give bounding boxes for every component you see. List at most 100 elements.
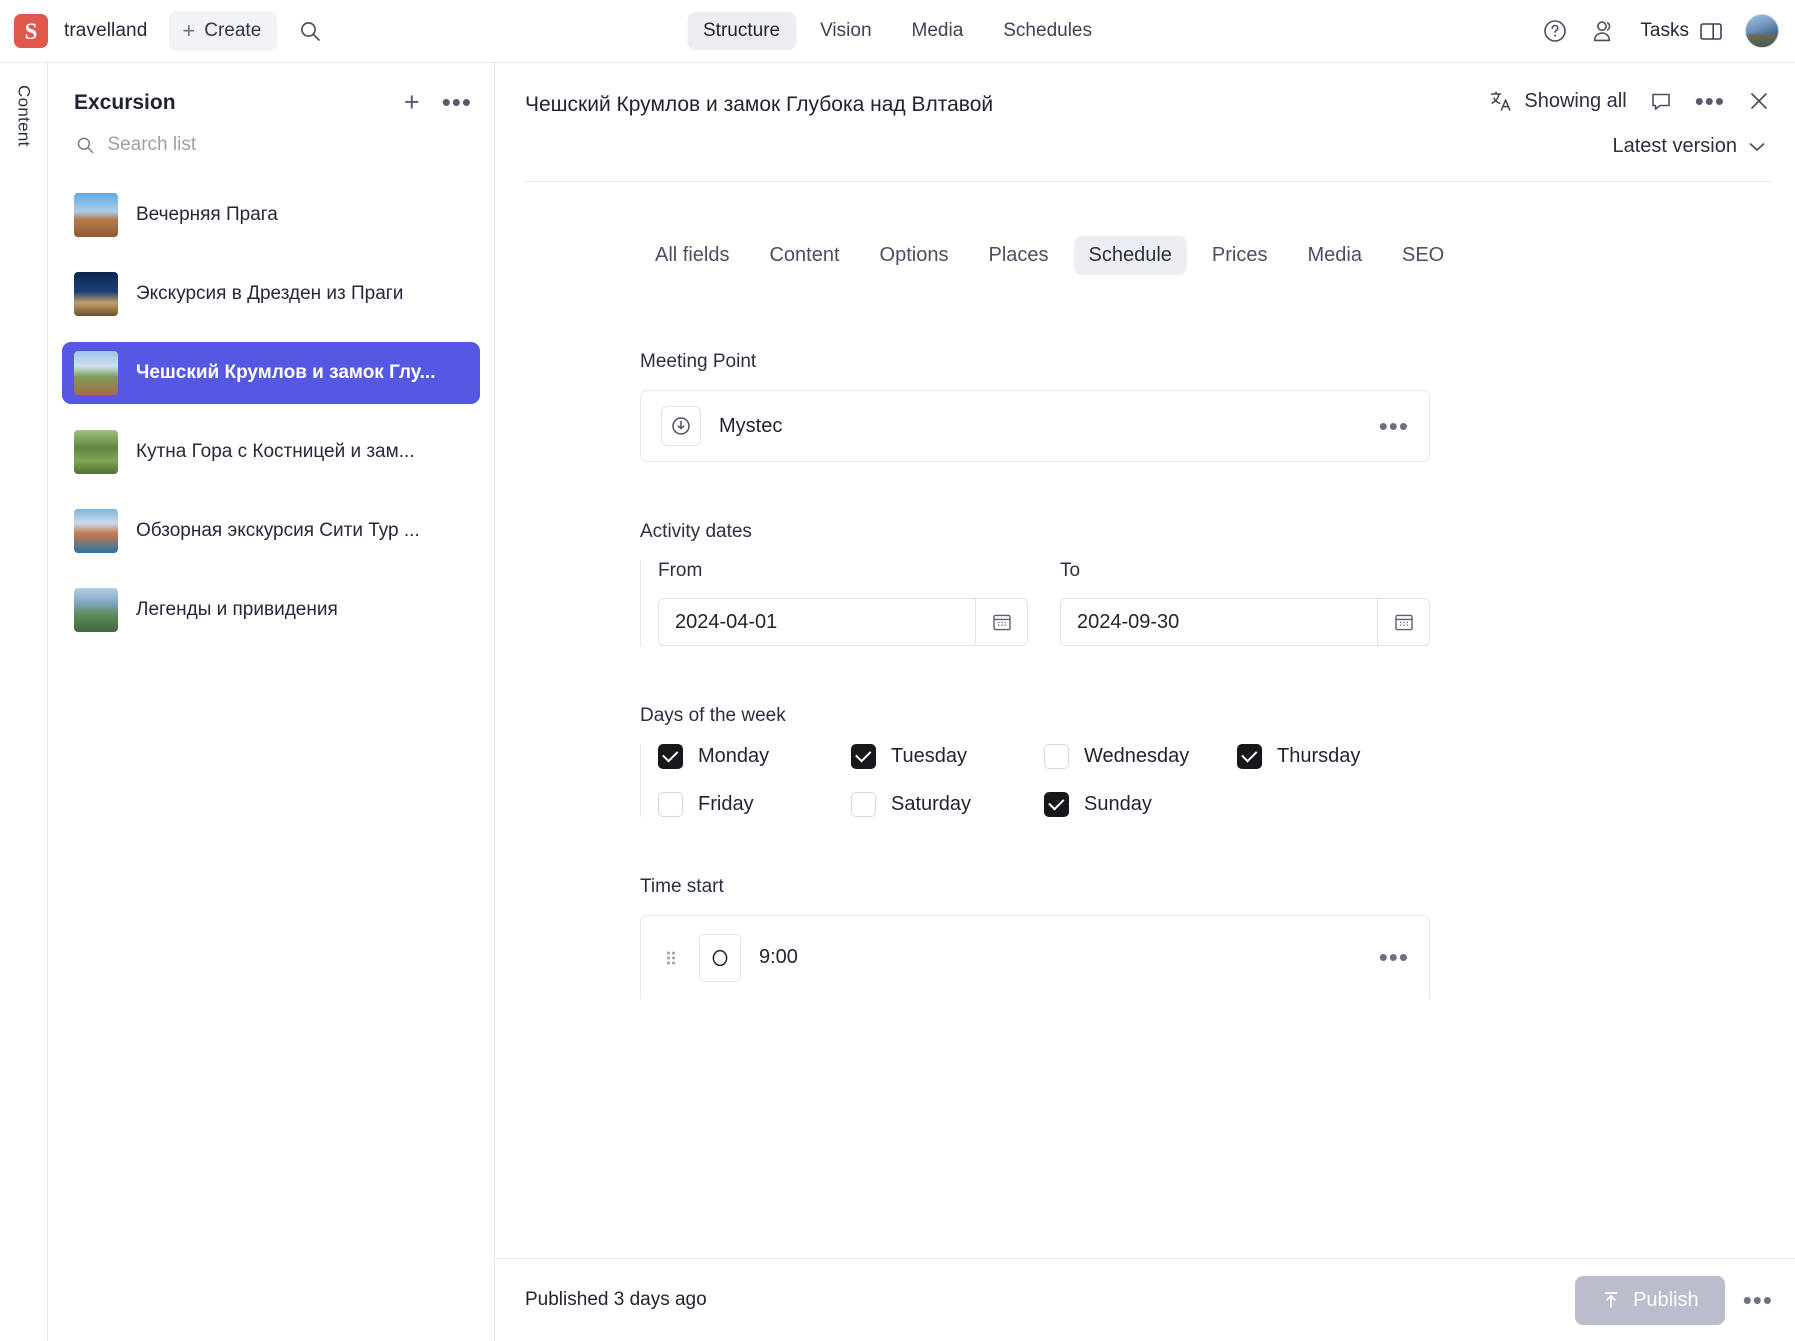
publish-status: Published 3 days ago (525, 1289, 707, 1310)
time-start-value: 9:00 (759, 946, 798, 968)
checkbox-icon[interactable] (851, 744, 876, 769)
days-grid: Monday Tuesday Wednesday Thursday Friday… (658, 744, 1430, 817)
activity-dates-label: Activity dates (640, 521, 752, 542)
day-label: Thursday (1277, 745, 1361, 767)
app-logo: S (14, 14, 48, 48)
help-icon[interactable] (1542, 18, 1568, 44)
nav-tab-vision[interactable]: Vision (804, 12, 887, 50)
nav-tab-schedules[interactable]: Schedules (987, 12, 1108, 50)
nav-tab-structure[interactable]: Structure (687, 12, 797, 50)
list-item-thumbnail (74, 588, 118, 632)
day-label: Wednesday (1084, 745, 1190, 767)
tab-all-fields[interactable]: All fields (640, 236, 744, 275)
panel-layout-icon (1699, 20, 1723, 42)
field-days-of-week: Days of the week Monday Tuesday Wednesda… (640, 705, 1415, 817)
list-title: Excursion (74, 90, 176, 114)
nav-tab-media[interactable]: Media (896, 12, 980, 50)
footer-more-icon[interactable]: ••• (1743, 1287, 1773, 1314)
day-checkbox-saturday[interactable]: Saturday (851, 792, 1044, 817)
list-header-actions: + ••• (404, 89, 472, 116)
showing-all-button[interactable]: Showing all (1489, 89, 1627, 113)
list-item-thumbnail (74, 351, 118, 395)
day-checkbox-wednesday[interactable]: Wednesday (1044, 744, 1237, 769)
app-root: S travelland + Create Structure Vision M… (0, 0, 1795, 1341)
meeting-point-row[interactable]: Mystec ••• (640, 390, 1430, 462)
add-item-icon[interactable]: + (404, 89, 420, 116)
checkbox-icon[interactable] (1044, 744, 1069, 769)
checkbox-icon[interactable] (658, 792, 683, 817)
tab-media[interactable]: Media (1293, 236, 1377, 275)
primary-nav: Structure Vision Media Schedules (687, 12, 1108, 50)
top-bar-left: S travelland + Create (0, 11, 321, 51)
drag-handle-icon[interactable] (665, 948, 677, 968)
checkbox-icon[interactable] (658, 744, 683, 769)
date-from-input[interactable] (659, 599, 975, 645)
publish-button[interactable]: Publish (1575, 1275, 1725, 1325)
list-item[interactable]: Обзорная экскурсия Сити Тур ... (62, 500, 480, 562)
search-icon (77, 137, 94, 154)
search-input[interactable] (107, 134, 468, 156)
list-item-selected[interactable]: Чешский Крумлов и замок Глу... (62, 342, 480, 404)
tab-places[interactable]: Places (973, 236, 1063, 275)
people-icon[interactable] (1590, 18, 1618, 44)
document-more-icon[interactable]: ••• (1695, 88, 1725, 115)
date-from-input-wrap[interactable] (658, 598, 1028, 646)
tab-schedule[interactable]: Schedule (1073, 236, 1187, 275)
day-checkbox-sunday[interactable]: Sunday (1044, 792, 1237, 817)
date-to-col: To (1060, 560, 1430, 646)
tab-content[interactable]: Content (754, 236, 854, 275)
page-title: Чешский Крумлов и замок Глубока над Влта… (525, 93, 994, 116)
date-to-input[interactable] (1061, 599, 1377, 645)
day-label: Tuesday (891, 745, 967, 767)
list-item[interactable]: Легенды и привидения (62, 579, 480, 641)
comment-icon[interactable] (1649, 89, 1673, 113)
day-checkbox-thursday[interactable]: Thursday (1237, 744, 1430, 769)
meeting-point-more-icon[interactable]: ••• (1379, 413, 1409, 440)
checkbox-icon[interactable] (1237, 744, 1262, 769)
create-button[interactable]: + Create (169, 11, 278, 51)
create-button-label: Create (204, 20, 262, 41)
checkbox-icon[interactable] (851, 792, 876, 817)
showing-all-label: Showing all (1524, 89, 1627, 112)
days-of-week-group: Monday Tuesday Wednesday Thursday Friday… (640, 744, 1430, 817)
tab-options[interactable]: Options (865, 236, 964, 275)
list-search[interactable] (48, 116, 494, 168)
day-checkbox-monday[interactable]: Monday (658, 744, 851, 769)
time-start-more-icon[interactable]: ••• (1379, 944, 1409, 971)
list-item-label: Кутна Гора с Костницей и зам... (136, 441, 415, 462)
plus-icon: + (182, 18, 196, 43)
list-item-thumbnail (74, 193, 118, 237)
avatar[interactable] (1745, 14, 1779, 48)
day-checkbox-tuesday[interactable]: Tuesday (851, 744, 1044, 769)
tasks-button[interactable]: Tasks (1640, 20, 1723, 42)
search-icon[interactable] (299, 20, 321, 42)
close-icon[interactable] (1747, 89, 1771, 113)
list-more-icon[interactable]: ••• (442, 89, 472, 116)
day-checkbox-friday[interactable]: Friday (658, 792, 851, 817)
checkbox-icon[interactable] (1044, 792, 1069, 817)
tab-seo[interactable]: SEO (1387, 236, 1459, 275)
list-item[interactable]: Вечерняя Прага (62, 184, 480, 246)
list-panel-header: Excursion + ••• (48, 63, 494, 116)
app-body: Content Excursion + ••• Вечерняя (0, 63, 1795, 1341)
tasks-label: Tasks (1640, 20, 1689, 41)
day-label: Monday (698, 745, 770, 767)
time-start-row[interactable]: 9:00 ••• (640, 915, 1430, 999)
tab-prices[interactable]: Prices (1197, 236, 1283, 275)
clock-download-icon (661, 406, 701, 446)
document-header-row: Чешский Крумлов и замок Глубока над Влта… (525, 88, 1771, 117)
calendar-icon[interactable] (975, 599, 1027, 645)
version-selector[interactable]: Latest version (1612, 135, 1765, 158)
list-item[interactable]: Кутна Гора с Костницей и зам... (62, 421, 480, 483)
meeting-point-label: Meeting Point (640, 351, 757, 372)
date-to-input-wrap[interactable] (1060, 598, 1430, 646)
list-item[interactable]: Экскурсия в Дрезден из Праги (62, 263, 480, 325)
list-item-label: Обзорная экскурсия Сити Тур ... (136, 520, 420, 541)
list-item-thumbnail (74, 272, 118, 316)
document-header: Чешский Крумлов и замок Глубока над Влта… (495, 63, 1795, 182)
list-item-label: Легенды и привидения (136, 599, 338, 620)
content-rail[interactable]: Content (0, 63, 48, 1341)
list-item-thumbnail (74, 430, 118, 474)
meeting-point-value: Mystec (719, 414, 783, 437)
calendar-icon[interactable] (1377, 599, 1429, 645)
